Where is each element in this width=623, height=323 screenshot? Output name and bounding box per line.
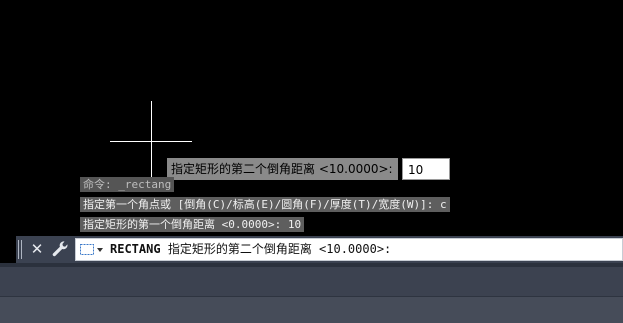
history-line: 命令: _rectang — [80, 177, 175, 192]
wrench-icon[interactable] — [50, 238, 70, 261]
command-line-bar: ✕ RECTANG 指定矩形的第二个倒角距离 <10.0000>: — [16, 236, 623, 263]
dynamic-input-prompt: 指定矩形的第二个倒角距离 <10.0000>: — [167, 158, 398, 180]
command-name: RECTANG — [110, 242, 161, 256]
command-prompt-text: RECTANG 指定矩形的第二个倒角距离 <10.0000>: — [110, 239, 391, 260]
status-bar — [0, 267, 623, 297]
dynamic-input-field[interactable]: 10 — [402, 158, 450, 180]
history-line: 指定矩形的第一个倒角距离 <0.0000>: 10 — [80, 217, 305, 232]
command-prompt: 指定矩形的第二个倒角距离 <10.0000>: — [167, 242, 392, 256]
close-icon[interactable]: ✕ — [28, 238, 46, 261]
status-bar-lower — [0, 297, 623, 323]
crosshair-vertical — [151, 101, 152, 181]
drawing-canvas[interactable]: 指定矩形的第二个倒角距离 <10.0000>: 10 命令: _rectang … — [0, 0, 623, 236]
command-input[interactable]: RECTANG 指定矩形的第二个倒角距离 <10.0000>: — [75, 238, 623, 261]
chevron-down-icon — [97, 248, 103, 252]
drag-handle[interactable] — [18, 240, 24, 259]
recent-commands-icon[interactable] — [79, 242, 107, 258]
history-line: 指定第一个角点或 [倒角(C)/标高(E)/圆角(F)/厚度(T)/宽度(W)]… — [80, 197, 450, 212]
